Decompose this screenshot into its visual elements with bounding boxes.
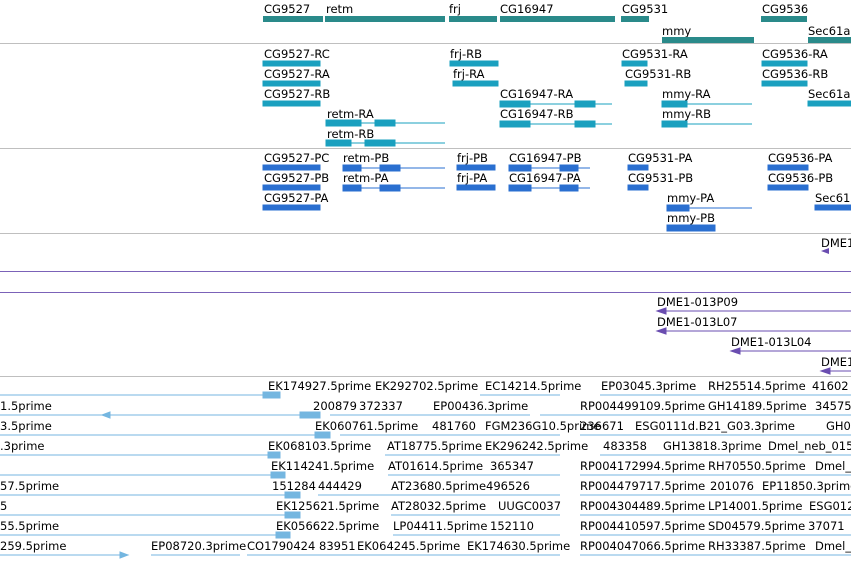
genome-browser-panel: CG9527 retm frj CG16947 CG9531 mmy CG953… [0, 0, 851, 561]
est-glyphs [0, 391, 851, 559]
